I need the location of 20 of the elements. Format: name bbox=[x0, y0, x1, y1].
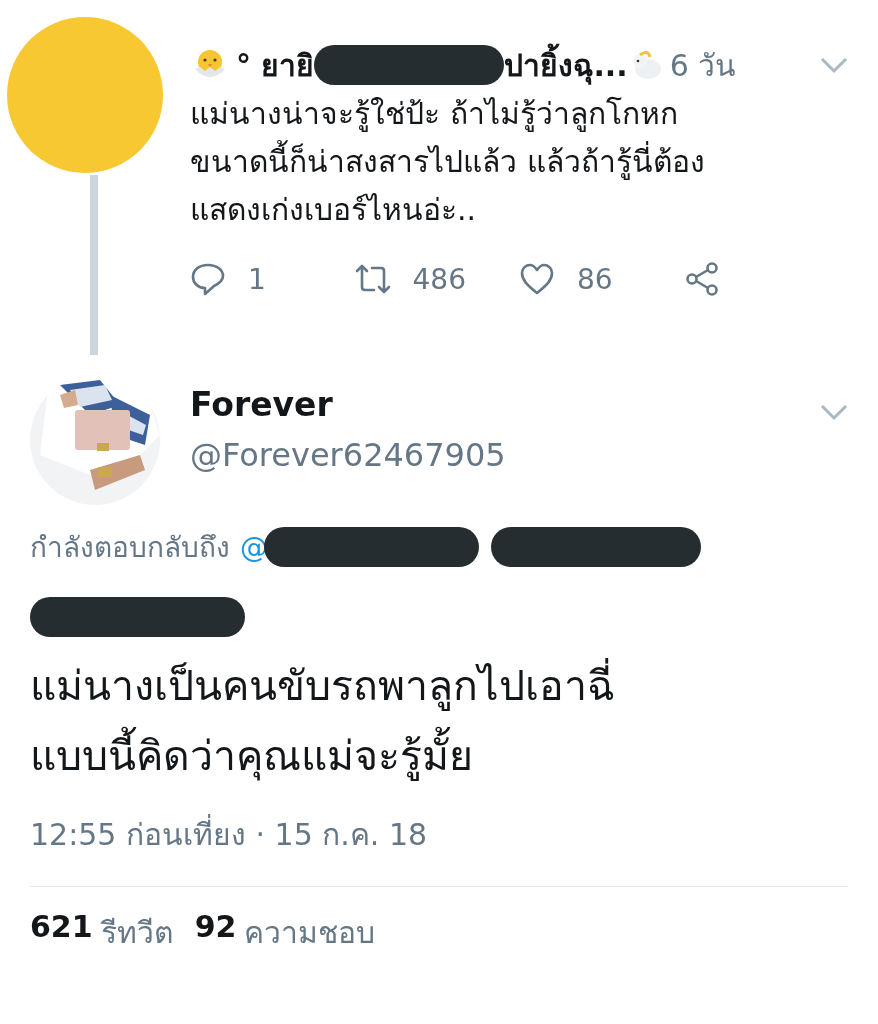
tweet-text: แม่นางเป็นคนขับรถพาลูกไปเอาฉี่ แบบนี้คิดว่าคุณแม่จะรู้มั้ย bbox=[30, 651, 848, 791]
tweet-text: แม่นางน่าจะรู้ใช่ป้ะ ถ้าไม่รู้ว่าลูกโกหก ขนาดนี้ก็น่าสงสารไปแล้ว แล้วถ้ารู้นี่ต้อง แสดงเก่งเบอร์ไหนอ่ะ.. bbox=[190, 95, 706, 229]
stat-count: 92 bbox=[194, 909, 237, 946]
user-name[interactable]: ° ยายิ bbox=[236, 41, 315, 89]
mention-link[interactable]: @ bbox=[240, 530, 268, 564]
timestamp: 6 วัน bbox=[669, 46, 737, 85]
reply-icon[interactable] bbox=[190, 261, 226, 297]
display-name[interactable]: Forever bbox=[190, 385, 820, 424]
reply-label: กำลังตอบกลับถึง bbox=[30, 530, 230, 566]
share-icon[interactable] bbox=[683, 261, 720, 297]
timestamp: 12:55 ก่อนเที่ยง · 15 ก.ค. 18 bbox=[30, 811, 848, 858]
action-count: 86 bbox=[577, 262, 613, 296]
heart-icon[interactable] bbox=[519, 261, 555, 297]
user-handle[interactable]: @Forever62467905 bbox=[190, 436, 820, 474]
action-count: 1 bbox=[248, 262, 266, 296]
stat-count: 621 bbox=[30, 909, 93, 946]
action-count: 486 bbox=[412, 262, 466, 296]
stat-label[interactable]: ความชอบ bbox=[244, 909, 376, 956]
stat-label[interactable]: รีทวีต bbox=[100, 909, 173, 956]
user-name[interactable]: ปายิ้งฉุ... bbox=[504, 41, 628, 89]
